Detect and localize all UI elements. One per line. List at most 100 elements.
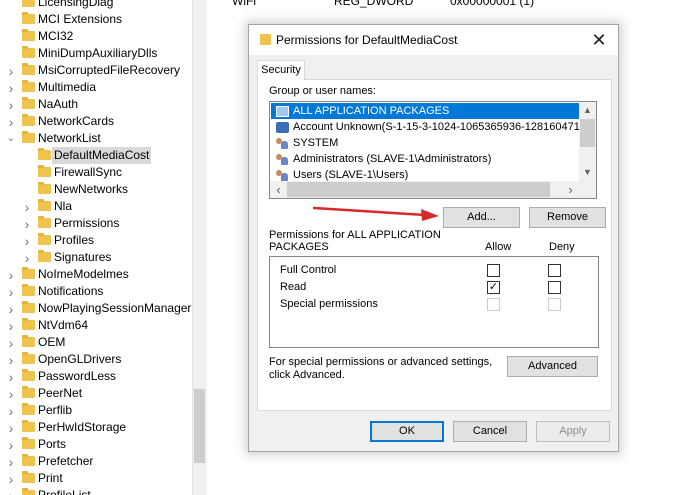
tree-item[interactable]: › Profiles (0, 232, 192, 249)
folder-icon (22, 284, 35, 296)
tree-item[interactable]: › Notifications (0, 283, 192, 300)
deny-checkbox[interactable] (548, 264, 561, 277)
tree-item-label: Prefetcher (38, 454, 94, 468)
user-list[interactable]: Users (SLAVE-1\Users) Administrators (SLA… (269, 101, 597, 199)
scroll-up-icon[interactable]: ▲ (579, 102, 596, 119)
folder-icon (22, 454, 35, 466)
tree-item-label: DefaultMediaCost (52, 147, 152, 164)
deny-checkbox[interactable] (548, 298, 561, 311)
chevron-right-icon[interactable]: › (6, 334, 16, 351)
tree-item[interactable]: › PasswordLess (0, 368, 192, 385)
scroll-left-icon[interactable]: ‹ (270, 181, 287, 198)
tree-item[interactable]: › Print (0, 470, 192, 487)
chevron-right-icon[interactable]: › (6, 96, 16, 113)
scroll-down-icon[interactable]: ▼ (579, 164, 596, 181)
chevron-right-icon[interactable]: › (22, 232, 32, 249)
user-list-item[interactable]: ALL APPLICATION PACKAGES (271, 103, 581, 119)
tree-item[interactable]: FirewallSync (0, 164, 192, 181)
tree-item[interactable]: › MsiCorruptedFileRecovery (0, 62, 192, 79)
user-list-hscroll-thumb[interactable] (287, 182, 550, 197)
advanced-button[interactable]: Advanced (507, 356, 598, 377)
scroll-right-icon[interactable]: › (562, 181, 579, 198)
chevron-right-icon[interactable]: › (6, 453, 16, 470)
chevron-right-icon[interactable]: › (6, 368, 16, 385)
tree-scroll-thumb[interactable] (194, 389, 205, 463)
tree-item[interactable]: › NowPlayingSessionManager (0, 300, 192, 317)
tree-item[interactable]: DefaultMediaCost (0, 147, 192, 164)
chevron-right-icon[interactable]: › (22, 215, 32, 232)
tree-item[interactable]: › OEM (0, 334, 192, 351)
chevron-right-icon[interactable]: › (6, 113, 16, 130)
tree-item[interactable]: › NtVdm64 (0, 317, 192, 334)
add-button[interactable]: Add... (443, 207, 520, 228)
allow-checkbox[interactable] (487, 264, 500, 277)
folder-icon (22, 352, 35, 364)
tree-item[interactable]: › ProfileList (0, 487, 192, 495)
chevron-right-icon[interactable]: › (22, 198, 32, 215)
cancel-button[interactable]: Cancel (453, 421, 527, 442)
chevron-right-icon[interactable]: › (6, 385, 16, 402)
folder-icon (38, 216, 51, 228)
folder-icon (38, 165, 51, 177)
apply-button[interactable]: Apply (536, 421, 610, 442)
chevron-right-icon[interactable]: › (6, 487, 16, 495)
tree-item[interactable]: › Nla (0, 198, 192, 215)
allow-checkbox[interactable]: ✓ (487, 281, 500, 294)
remove-button[interactable]: Remove (529, 207, 606, 228)
tree-item[interactable]: › NaAuth (0, 96, 192, 113)
deny-checkbox[interactable] (548, 281, 561, 294)
tree-item-label: PeerNet (38, 386, 83, 400)
tree-item[interactable]: › Perflib (0, 402, 192, 419)
tree-item-label: MsiCorruptedFileRecovery (38, 63, 181, 77)
tree-item[interactable]: › Ports (0, 436, 192, 453)
user-list-horizontal-scrollbar[interactable]: ‹ › (270, 181, 596, 198)
user-list-item[interactable]: Administrators (SLAVE-1\Administrators) (271, 151, 581, 167)
tree-item[interactable]: MCI32 (0, 28, 192, 45)
tree-item[interactable]: › NoImeModelmes (0, 266, 192, 283)
tree-item[interactable]: ⌄ NetworkList (0, 130, 192, 147)
allow-checkbox[interactable] (487, 298, 500, 311)
user-list-vscroll-thumb[interactable] (580, 119, 595, 147)
tree-item[interactable]: › NetworkCards (0, 113, 192, 130)
tree-item[interactable]: › Multimedia (0, 79, 192, 96)
tab-security[interactable]: Security (257, 60, 305, 80)
tree-item-label: MCI32 (38, 29, 74, 43)
tree-item[interactable]: › PeerNet (0, 385, 192, 402)
chevron-right-icon[interactable]: › (6, 436, 16, 453)
chevron-right-icon[interactable]: › (6, 283, 16, 300)
tree-item[interactable]: MiniDumpAuxiliaryDlls (0, 45, 192, 62)
tree-item[interactable]: › Permissions (0, 215, 192, 232)
ok-button[interactable]: OK (370, 421, 444, 442)
tree-item-label: Nla (54, 199, 73, 213)
close-icon[interactable]: ✕ (588, 29, 610, 51)
tree-item-label: MiniDumpAuxiliaryDlls (38, 46, 158, 60)
chevron-right-icon[interactable]: › (6, 300, 16, 317)
dialog-titlebar[interactable]: Permissions for DefaultMediaCost ✕ (249, 25, 618, 55)
chevron-right-icon[interactable]: › (6, 317, 16, 334)
user-list-vertical-scrollbar[interactable]: ▲ ▼ (579, 102, 596, 181)
folder-icon (22, 46, 35, 58)
tree-item[interactable]: › Signatures (0, 249, 192, 266)
chevron-right-icon[interactable]: › (6, 419, 16, 436)
tree-item[interactable]: › PerHwIdStorage (0, 419, 192, 436)
folder-icon (38, 233, 51, 245)
chevron-down-icon[interactable]: ⌄ (6, 130, 16, 147)
chevron-right-icon[interactable]: › (6, 62, 16, 79)
tree-item[interactable]: MCI Extensions (0, 11, 192, 28)
tree-item-label: OEM (38, 335, 66, 349)
allow-header: Allow (485, 241, 512, 253)
chevron-right-icon[interactable]: › (6, 351, 16, 368)
registry-tree: LicensingDiag MCI Extensions MCI32 MiniDump… (0, 0, 207, 495)
folder-icon (22, 386, 35, 398)
tree-item[interactable]: NewNetworks (0, 181, 192, 198)
chevron-right-icon[interactable]: › (6, 79, 16, 96)
tree-item[interactable]: › Prefetcher (0, 453, 192, 470)
tree-item[interactable]: LicensingDiag (0, 0, 192, 11)
chevron-right-icon[interactable]: › (22, 249, 32, 266)
user-list-item[interactable]: Account Unknown(S-1-15-3-1024-1065365936… (271, 119, 596, 135)
chevron-right-icon[interactable]: › (6, 402, 16, 419)
tree-item[interactable]: › OpenGLDrivers (0, 351, 192, 368)
chevron-right-icon[interactable]: › (6, 470, 16, 487)
chevron-right-icon[interactable]: › (6, 266, 16, 283)
user-list-item[interactable]: SYSTEM (271, 135, 581, 151)
